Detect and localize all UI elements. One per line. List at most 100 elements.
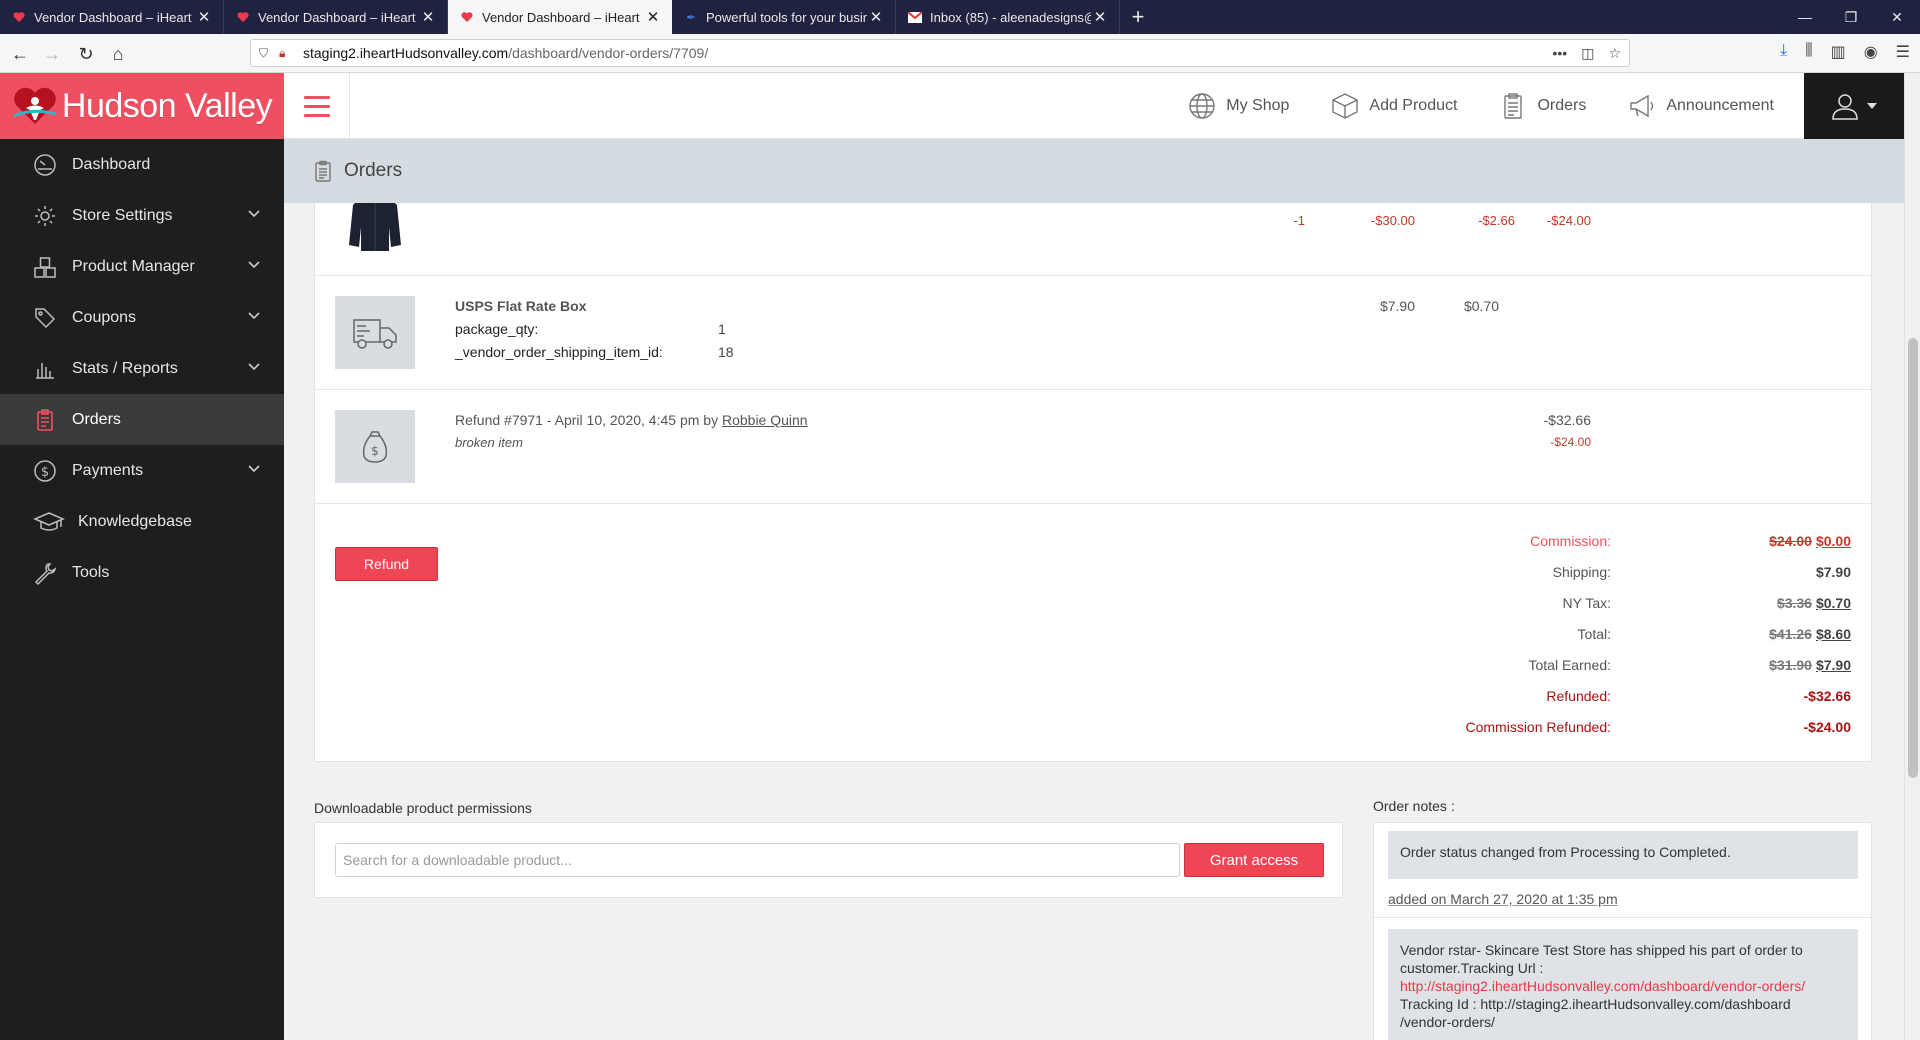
- dashboard-icon: [32, 152, 58, 178]
- item-cost: -$30.00: [1370, 213, 1415, 228]
- forward-arrow-icon[interactable]: →: [38, 40, 66, 68]
- address-bar[interactable]: ⛉ 🔒︎ staging2.iheartHudsonvalley.com/das…: [250, 39, 1630, 67]
- refund-text: Refund #7971 - April 10, 2020, 4:45 pm b…: [455, 412, 719, 428]
- home-icon[interactable]: ⌂: [104, 40, 132, 68]
- jacket-product-image: [349, 203, 401, 251]
- totals-value: $3.36 $0.70: [1611, 595, 1851, 611]
- totals-value: $24.00 $0.00: [1611, 533, 1851, 549]
- logo[interactable]: Hudson Valley: [0, 73, 284, 139]
- close-icon[interactable]: ✕: [419, 8, 437, 26]
- gmail-favicon-icon: [908, 10, 922, 24]
- close-icon[interactable]: ✕: [867, 8, 885, 26]
- totals-row-shipping: Shipping: $7.90: [1351, 556, 1851, 587]
- sidebar-item-knowledgebase[interactable]: Knowledgebase: [0, 496, 284, 547]
- new-value: $7.90: [1815, 656, 1851, 673]
- old-value: $24.00: [1769, 532, 1812, 549]
- sidebar-item-tools[interactable]: Tools: [0, 547, 284, 598]
- close-icon[interactable]: ✕: [195, 8, 213, 26]
- close-window-icon[interactable]: ✕: [1874, 0, 1920, 34]
- nav-orders[interactable]: Orders: [1499, 92, 1586, 120]
- close-icon[interactable]: ✕: [1091, 8, 1109, 26]
- sidebar-item-stats-reports[interactable]: Stats / Reports: [0, 343, 284, 394]
- pocket-icon[interactable]: ◫: [1581, 45, 1594, 62]
- refund-button[interactable]: Refund: [335, 547, 438, 581]
- downloadable-product-search-input[interactable]: Search for a downloadable product...: [335, 843, 1180, 877]
- wrench-icon: [32, 560, 58, 586]
- grant-access-button[interactable]: Grant access: [1184, 843, 1324, 877]
- totals-value: $7.90: [1815, 563, 1851, 580]
- totals-label: Shipping:: [1552, 563, 1611, 580]
- note-text: Vendor rstar- Skincare Test Store has sh…: [1400, 942, 1803, 976]
- sidebar-item-label: Product Manager: [72, 257, 195, 275]
- item-commission: -$24.00: [1546, 213, 1591, 228]
- sidebar-item-label: Store Settings: [72, 206, 173, 224]
- library-icon[interactable]: ⫼: [1805, 42, 1812, 62]
- reload-icon[interactable]: ↻: [72, 40, 100, 68]
- download-icon[interactable]: ⤓: [1780, 42, 1787, 62]
- sidebar-item-orders[interactable]: Orders: [0, 394, 284, 445]
- dollar-circle-icon: $: [32, 458, 58, 484]
- order-note: Vendor rstar- Skincare Test Store has sh…: [1388, 929, 1858, 1040]
- sidebar-item-label: Tools: [72, 563, 110, 581]
- tab-title: Inbox (85) - aleenadesigns@gn: [930, 9, 1091, 25]
- tracking-url-link[interactable]: http://staging2.iheartHudsonvalley.com/d…: [1400, 977, 1846, 995]
- refund-item-row: $ Refund #7971 - April 10, 2020, 4:45 pm…: [315, 390, 1871, 504]
- sidebar-item-dashboard[interactable]: Dashboard: [0, 139, 284, 190]
- tab-title: Vendor Dashboard – iHeart Hu: [34, 9, 195, 25]
- browser-tab[interactable]: Inbox (85) - aleenadesigns@gn ✕: [896, 0, 1120, 34]
- heart-favicon-icon: [12, 10, 26, 24]
- user-icon: [1832, 94, 1858, 120]
- nav-label: Announcement: [1666, 97, 1774, 114]
- shield-icon: ⛉: [259, 46, 269, 60]
- url-domain: staging2.iheartHudsonvalley.com: [303, 45, 509, 61]
- nav-label: My Shop: [1226, 97, 1290, 114]
- svg-text:$: $: [371, 444, 379, 458]
- note-text: Tracking Id : http://staging2.iheartHuds…: [1400, 996, 1791, 1012]
- shipping-item-row: USPS Flat Rate Box package_qty: 1 _vendo…: [315, 276, 1871, 390]
- page-scrollbar[interactable]: [1904, 73, 1920, 1040]
- sidebar-toggle-icon[interactable]: ▥: [1831, 42, 1846, 62]
- refund-author-link[interactable]: Robbie Quinn: [722, 412, 808, 428]
- totals-value: -$24.00: [1803, 718, 1851, 735]
- new-tab-button[interactable]: +: [1120, 0, 1156, 34]
- sidebar-item-coupons[interactable]: Coupons: [0, 292, 284, 343]
- hamburger-menu-icon[interactable]: [284, 73, 350, 139]
- money-bag-icon: $: [362, 430, 388, 463]
- browser-tab[interactable]: Vendor Dashboard – iHeart Hu ✕: [224, 0, 448, 34]
- box-icon: [1332, 93, 1359, 119]
- refund-amount: -$32.66: [1543, 412, 1591, 428]
- megaphone-icon: [1630, 94, 1654, 118]
- new-value: $0.70: [1815, 594, 1851, 611]
- back-arrow-icon[interactable]: ←: [6, 40, 34, 68]
- scrollbar-thumb[interactable]: [1908, 338, 1918, 778]
- star-icon[interactable]: ☆: [1608, 45, 1621, 62]
- shipping-item-title: USPS Flat Rate Box: [455, 298, 587, 314]
- browser-tab[interactable]: ✒ Powerful tools for your busine ✕: [672, 0, 896, 34]
- sidebar-item-store-settings[interactable]: Store Settings: [0, 190, 284, 241]
- sidebar-item-payments[interactable]: $ Payments: [0, 445, 284, 496]
- nav-add-product[interactable]: Add Product: [1331, 92, 1457, 120]
- sidebar-item-product-manager[interactable]: Product Manager: [0, 241, 284, 292]
- minimize-icon[interactable]: —: [1782, 0, 1828, 34]
- sidebar-item-label: Orders: [72, 410, 121, 428]
- nav-my-shop[interactable]: My Shop: [1188, 92, 1289, 120]
- shipping-cost: $7.90: [1379, 298, 1415, 314]
- browser-tab[interactable]: Vendor Dashboard – iHeart Hu ✕: [0, 0, 224, 34]
- account-icon[interactable]: ◉: [1864, 42, 1878, 62]
- order-items-box: -1 -$30.00 -$2.66 -$24.00 USPS Flat Rate…: [314, 203, 1872, 762]
- restore-icon[interactable]: ❐: [1828, 0, 1874, 34]
- close-icon[interactable]: ✕: [644, 8, 662, 26]
- more-icon[interactable]: •••: [1552, 45, 1567, 62]
- user-menu[interactable]: [1804, 73, 1904, 139]
- clipboard-icon: [32, 407, 58, 433]
- totals-row-commission-refunded: Commission Refunded: -$24.00: [1351, 711, 1851, 742]
- totals-value: $31.90 $7.90: [1611, 657, 1851, 673]
- totals-label: Total:: [1577, 625, 1611, 642]
- sidebar-item-label: Coupons: [72, 308, 137, 326]
- menu-icon[interactable]: ☰: [1896, 42, 1910, 62]
- sidebar-item-label: Knowledgebase: [78, 512, 192, 530]
- note-divider: [1374, 917, 1871, 918]
- browser-tab-active[interactable]: Vendor Dashboard – iHeart Hu ✕: [448, 0, 672, 34]
- nav-announcement[interactable]: Announcement: [1628, 92, 1774, 120]
- order-note: Order status changed from Processing to …: [1388, 831, 1858, 879]
